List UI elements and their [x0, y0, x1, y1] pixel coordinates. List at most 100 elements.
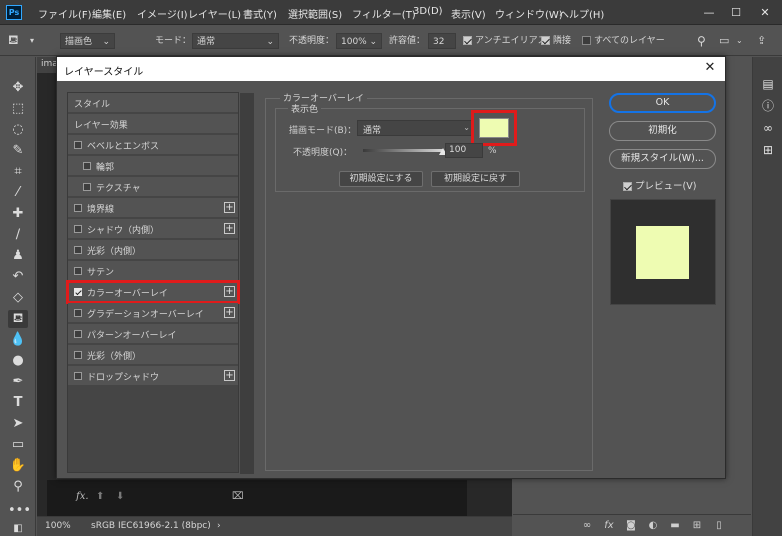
tolerance-field[interactable]: 32: [428, 33, 456, 49]
stamp-tool-icon[interactable]: ♟: [8, 247, 28, 265]
checkbox-empty-icon[interactable]: [74, 351, 82, 359]
healing-brush-tool-icon[interactable]: ✚: [8, 205, 28, 223]
move-tool-icon[interactable]: ✥: [8, 79, 28, 97]
rectangle-tool-icon[interactable]: ▭: [8, 436, 28, 454]
menu-type[interactable]: 書式(Y): [243, 6, 277, 21]
ok-button[interactable]: OK: [609, 93, 716, 113]
maximize-button[interactable]: ☐: [725, 4, 747, 21]
minimize-button[interactable]: —: [698, 4, 720, 21]
menu-select[interactable]: 選択範囲(S): [288, 6, 342, 21]
new-group-icon[interactable]: ▬: [668, 519, 682, 533]
add-mask-icon[interactable]: ◙: [624, 519, 638, 533]
style-list-item[interactable]: シャドウ（内側） +: [68, 219, 238, 239]
checkbox-empty-icon[interactable]: [74, 141, 82, 149]
antialias-checkbox[interactable]: アンチエイリアス: [463, 33, 547, 49]
opacity-field[interactable]: 100% ⌄: [336, 33, 382, 49]
checkbox-empty-icon[interactable]: [74, 372, 82, 380]
menu-file[interactable]: ファイル(F): [38, 6, 92, 21]
adjustment-layer-icon[interactable]: ◐: [646, 519, 660, 533]
history-brush-tool-icon[interactable]: ↶: [8, 268, 28, 286]
zoom-tool-icon[interactable]: ⚲: [8, 478, 28, 496]
style-list-item[interactable]: 境界線 +: [68, 198, 238, 218]
add-effect-icon[interactable]: +: [224, 307, 235, 318]
menu-3d[interactable]: 3D(D): [413, 6, 443, 17]
fill-source-select[interactable]: 描画色 ⌄: [60, 33, 115, 49]
quick-select-tool-icon[interactable]: ✎: [8, 142, 28, 160]
style-list-item[interactable]: ドロップシャドウ +: [68, 366, 238, 386]
hand-tool-icon[interactable]: ✋: [8, 457, 28, 475]
more-tools-icon[interactable]: •••: [8, 502, 31, 520]
style-list-item[interactable]: 輪郭: [68, 156, 238, 176]
style-list-item[interactable]: ベベルとエンボス: [68, 135, 238, 155]
style-list-item[interactable]: カラーオーバーレイ +: [66, 280, 240, 304]
foreground-background-icon[interactable]: ◧: [8, 520, 28, 536]
status-chevron-icon[interactable]: ›: [217, 521, 221, 531]
style-list-scrollbar[interactable]: [240, 93, 254, 474]
link-layers-icon[interactable]: ∞: [580, 519, 594, 533]
style-list-item[interactable]: パターンオーバーレイ: [68, 324, 238, 344]
style-list-item[interactable]: グラデーションオーバーレイ +: [68, 303, 238, 323]
menu-view[interactable]: 表示(V): [451, 6, 486, 21]
style-list-item[interactable]: サテン: [68, 261, 238, 281]
style-list-item[interactable]: 光彩（外側）: [68, 345, 238, 365]
menu-layer[interactable]: レイヤー(L): [188, 6, 241, 21]
new-layer-icon[interactable]: ⊞: [690, 519, 704, 533]
menu-filter[interactable]: フィルター(T): [352, 6, 416, 21]
style-list-item[interactable]: スタイル: [68, 93, 238, 113]
info-icon[interactable]: ⓘ: [759, 97, 777, 115]
workspace-icon[interactable]: ▭: [719, 33, 729, 49]
make-default-button[interactable]: 初期設定にする: [339, 171, 423, 187]
search-icon[interactable]: ⚲: [697, 33, 706, 49]
opacity-slider[interactable]: [363, 149, 443, 152]
menu-help[interactable]: ヘルプ(H): [559, 6, 604, 21]
checkbox-empty-icon[interactable]: [74, 267, 82, 275]
add-effect-icon[interactable]: +: [224, 202, 235, 213]
pen-tool-icon[interactable]: ✒: [8, 373, 28, 391]
crop-tool-icon[interactable]: ⌗: [8, 163, 28, 181]
tool-preset-chevron-icon[interactable]: ▾: [30, 33, 34, 49]
dodge-tool-icon[interactable]: ●: [8, 352, 28, 370]
move-down-icon[interactable]: ⬇: [116, 491, 124, 502]
menu-edit[interactable]: 編集(E): [92, 6, 126, 21]
menu-image[interactable]: イメージ(I): [137, 6, 188, 21]
creative-cloud-icon[interactable]: ∞: [759, 119, 777, 137]
libraries-icon[interactable]: ▤: [759, 75, 777, 93]
marquee-tool-icon[interactable]: ⬚: [8, 100, 28, 118]
checkbox-empty-icon[interactable]: [74, 204, 82, 212]
move-up-icon[interactable]: ⬆: [96, 491, 104, 502]
chevron-down-icon[interactable]: ⌄: [736, 33, 743, 49]
reset-button[interactable]: 初期化: [609, 121, 716, 141]
close-icon[interactable]: ✕: [701, 59, 719, 77]
blend-mode-select[interactable]: 通常 ⌄: [357, 120, 474, 136]
lasso-tool-icon[interactable]: ◌: [8, 121, 28, 139]
new-style-button[interactable]: 新規スタイル(W)...: [609, 149, 716, 169]
preview-checkbox[interactable]: プレビュー(V): [623, 178, 696, 192]
checkbox-empty-icon[interactable]: [74, 330, 82, 338]
blur-tool-icon[interactable]: 💧: [8, 331, 28, 349]
add-effect-icon[interactable]: +: [224, 223, 235, 234]
style-list-item[interactable]: テクスチャ: [68, 177, 238, 197]
share-icon[interactable]: ⇪: [757, 33, 766, 49]
checkbox-empty-icon[interactable]: [74, 225, 82, 233]
fx-icon[interactable]: fx: [602, 519, 616, 533]
delete-layer-icon[interactable]: ▯: [712, 519, 726, 533]
eyedropper-tool-icon[interactable]: ⁄: [8, 184, 28, 202]
eraser-tool-icon[interactable]: ◇: [8, 289, 28, 307]
style-list-item[interactable]: レイヤー効果: [68, 114, 238, 134]
delete-effect-icon[interactable]: ⌧: [232, 491, 244, 502]
reset-default-button[interactable]: 初期設定に戻す: [431, 171, 520, 187]
add-effect-icon[interactable]: +: [224, 370, 235, 381]
brush-tool-icon[interactable]: ∕: [8, 226, 28, 244]
style-list-item[interactable]: 光彩（内側）: [68, 240, 238, 260]
properties-icon[interactable]: ⊞: [759, 141, 777, 159]
paint-bucket-tool-icon[interactable]: ⛾: [8, 310, 28, 328]
document-canvas[interactable]: [47, 480, 467, 516]
opacity-input[interactable]: 100: [445, 143, 483, 158]
checkbox-empty-icon[interactable]: [83, 162, 91, 170]
paint-bucket-tool-icon[interactable]: ⛾: [8, 33, 19, 49]
menu-window[interactable]: ウィンドウ(W): [495, 6, 563, 21]
close-window-button[interactable]: ✕: [754, 4, 776, 21]
contiguous-checkbox[interactable]: 隣接: [541, 33, 571, 49]
checkbox-empty-icon[interactable]: [74, 309, 82, 317]
checkbox-empty-icon[interactable]: [74, 246, 82, 254]
